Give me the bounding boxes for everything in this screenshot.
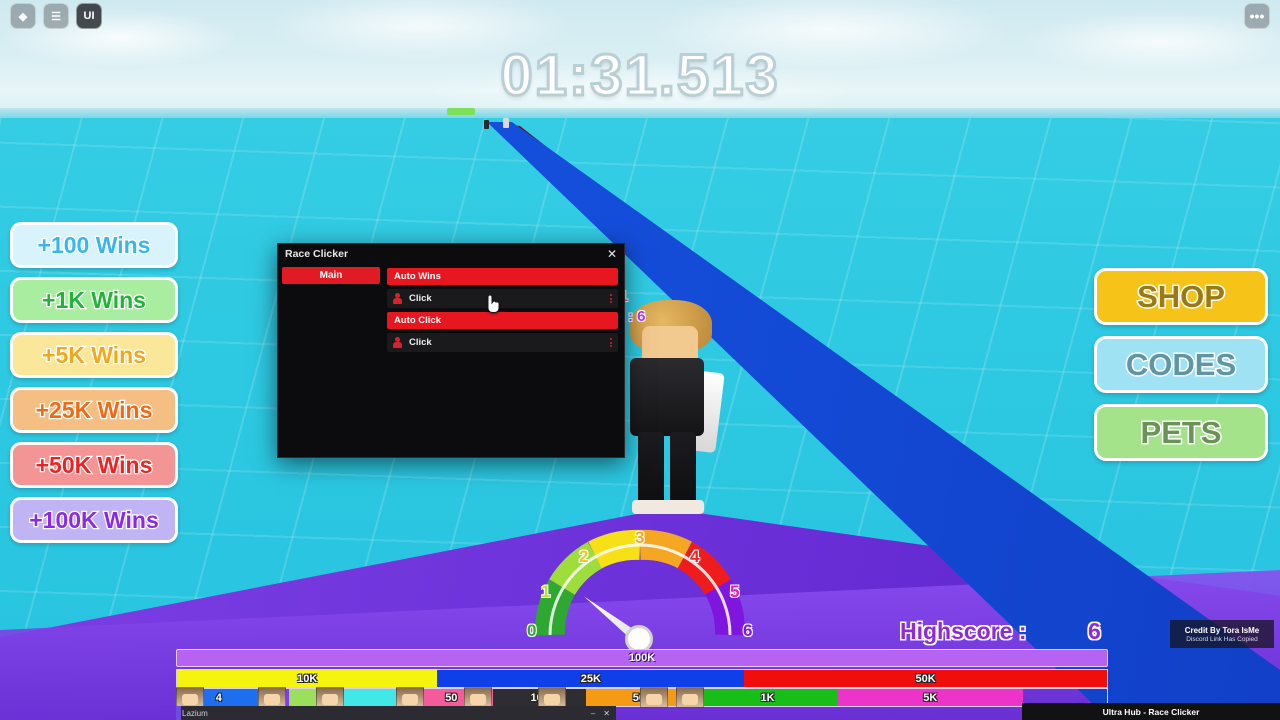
gauge-tick-6: 6 <box>743 621 753 640</box>
win-button-25k[interactable]: +25K Wins <box>10 387 178 433</box>
roblox-logo-icon[interactable]: ◆ <box>10 3 36 29</box>
win-button-100[interactable]: +100 Wins <box>10 222 178 268</box>
player-thumbnail <box>316 687 344 708</box>
pets-label: PETS <box>1139 413 1223 451</box>
panel-sidebar: Main <box>278 264 384 457</box>
row-label: Click <box>409 293 432 304</box>
progress-seg: 10K <box>177 670 438 687</box>
highscore-value: 6 <box>1088 618 1101 644</box>
speed-gauge: 0 1 2 3 4 5 6 <box>525 525 755 653</box>
person-icon <box>393 337 402 348</box>
distant-player <box>503 118 509 128</box>
progress-seg-label: 50K <box>915 672 936 685</box>
player-thumbnail <box>676 687 704 708</box>
progress-seg-label: 50 <box>445 691 458 704</box>
panel-title: Race Clicker <box>285 248 349 260</box>
distant-player-2 <box>484 120 489 129</box>
win-button-5k[interactable]: +5K Wins <box>10 332 178 378</box>
progress-bar-100k: 100K <box>176 649 1108 667</box>
credit-line-1: Credit By Tora IsMe <box>1184 625 1260 635</box>
gauge-tick-5: 5 <box>730 582 740 601</box>
win-button-label: +100 Wins <box>36 230 151 259</box>
avatar-shoes <box>632 500 704 514</box>
credit-line-2: Discord Link Has Copied <box>1186 635 1258 643</box>
more-options-icon[interactable]: ••• <box>1244 3 1270 29</box>
gauge-tick-0: 0 <box>527 621 537 640</box>
player-thumbnail <box>464 687 492 708</box>
credit-toast: Credit By Tora IsMe Discord Link Has Cop… <box>1170 620 1274 648</box>
progress-seg: 50K <box>744 670 1107 687</box>
shop-label: SHOP <box>1136 277 1227 315</box>
pets-button[interactable]: PETS <box>1094 404 1268 461</box>
player-thumbnail <box>538 687 566 708</box>
ui-toggle-button[interactable]: UI <box>76 3 102 29</box>
person-icon <box>393 293 402 304</box>
gauge-tick-3: 3 <box>635 528 645 547</box>
progress-row-mid: 10K 25K 50K <box>176 669 1108 688</box>
mouse-cursor-icon <box>487 294 500 313</box>
progress-seg: 25K <box>437 670 745 687</box>
avatar-leg-right <box>670 432 696 510</box>
section-auto-click: Auto Click <box>387 312 618 329</box>
minimize-icon[interactable]: – <box>591 709 595 718</box>
progress-seg-label: 10K <box>297 672 318 685</box>
win-button-label: +100K Wins <box>28 505 160 534</box>
close-icon[interactable]: ✕ <box>603 709 610 718</box>
win-button-50k[interactable]: +50K Wins <box>10 442 178 488</box>
row-menu-icon[interactable] <box>610 294 612 303</box>
progress-seg-label: 4 <box>215 691 222 704</box>
player-thumbnail <box>640 687 668 708</box>
section-auto-wins: Auto Wins <box>387 268 618 285</box>
gauge-tick-2: 2 <box>579 547 589 566</box>
player-thumbnail <box>396 687 424 708</box>
codes-button[interactable]: CODES <box>1094 336 1268 393</box>
progress-seg-label: 1K <box>760 691 775 704</box>
wins-shop-list: +100 Wins +1K Wins +5K Wins +25K Wins +5… <box>10 222 178 543</box>
right-menu: SHOP CODES PETS <box>1094 268 1268 461</box>
progress-seg: 1K <box>697 689 838 706</box>
player-thumbnail <box>176 687 204 708</box>
progress-seg-label: 25K <box>580 672 601 685</box>
row-menu-icon[interactable] <box>610 338 612 347</box>
top-left-icon-bar: ◆ ☰ UI <box>10 3 102 29</box>
window-accent <box>176 706 181 720</box>
script-hub-panel: Race Clicker ✕ Main Auto Wins Click Auto… <box>277 243 625 458</box>
taskbar-window-title: Ultra Hub - Race Clicker <box>1102 706 1200 717</box>
editor-window-title: Lazium <box>182 708 208 718</box>
win-button-100k[interactable]: +100K Wins <box>10 497 178 543</box>
avatar-leg-left <box>638 432 664 510</box>
progress-seg-label: 5K <box>923 691 938 704</box>
tab-main[interactable]: Main <box>282 267 380 284</box>
panel-titlebar: Race Clicker ✕ <box>278 244 624 264</box>
taskbar-window[interactable]: Ultra Hub - Race Clicker <box>1022 703 1280 720</box>
codes-label: CODES <box>1124 345 1237 383</box>
chat-icon[interactable]: ☰ <box>43 3 69 29</box>
game-screen: s : 1 eed : 6 01:31.513 ◆ ☰ UI ••• +100 … <box>0 0 1280 720</box>
progress-label: 100K <box>628 652 656 664</box>
panel-body: Main Auto Wins Click Auto Click Click <box>278 264 624 457</box>
row-label: Click <box>409 337 432 348</box>
avatar-torso <box>630 358 704 436</box>
start-pad <box>447 108 475 115</box>
progress-seg: 5K <box>837 689 1024 706</box>
gauge-tick-4: 4 <box>690 547 700 566</box>
win-button-1k[interactable]: +1K Wins <box>10 277 178 323</box>
win-button-label: +25K Wins <box>34 395 153 424</box>
race-timer: 01:31.513 <box>499 42 780 110</box>
toggle-row-auto-click-click[interactable]: Click <box>387 333 618 352</box>
win-button-label: +1K Wins <box>41 285 147 314</box>
highscore-label: Highscore : <box>900 618 1027 644</box>
toggle-row-auto-wins-click[interactable]: Click <box>387 289 618 308</box>
top-right-icon-bar: ••• <box>1244 3 1270 29</box>
win-button-label: +50K Wins <box>34 450 153 479</box>
gauge-tick-1: 1 <box>541 582 551 601</box>
player-thumbnail <box>258 687 286 708</box>
panel-content: Auto Wins Click Auto Click Click <box>384 264 624 457</box>
shop-button[interactable]: SHOP <box>1094 268 1268 325</box>
editor-window-titlebar: Lazium – ✕ <box>176 706 616 720</box>
win-button-label: +5K Wins <box>41 340 147 369</box>
close-icon[interactable]: ✕ <box>607 248 617 260</box>
